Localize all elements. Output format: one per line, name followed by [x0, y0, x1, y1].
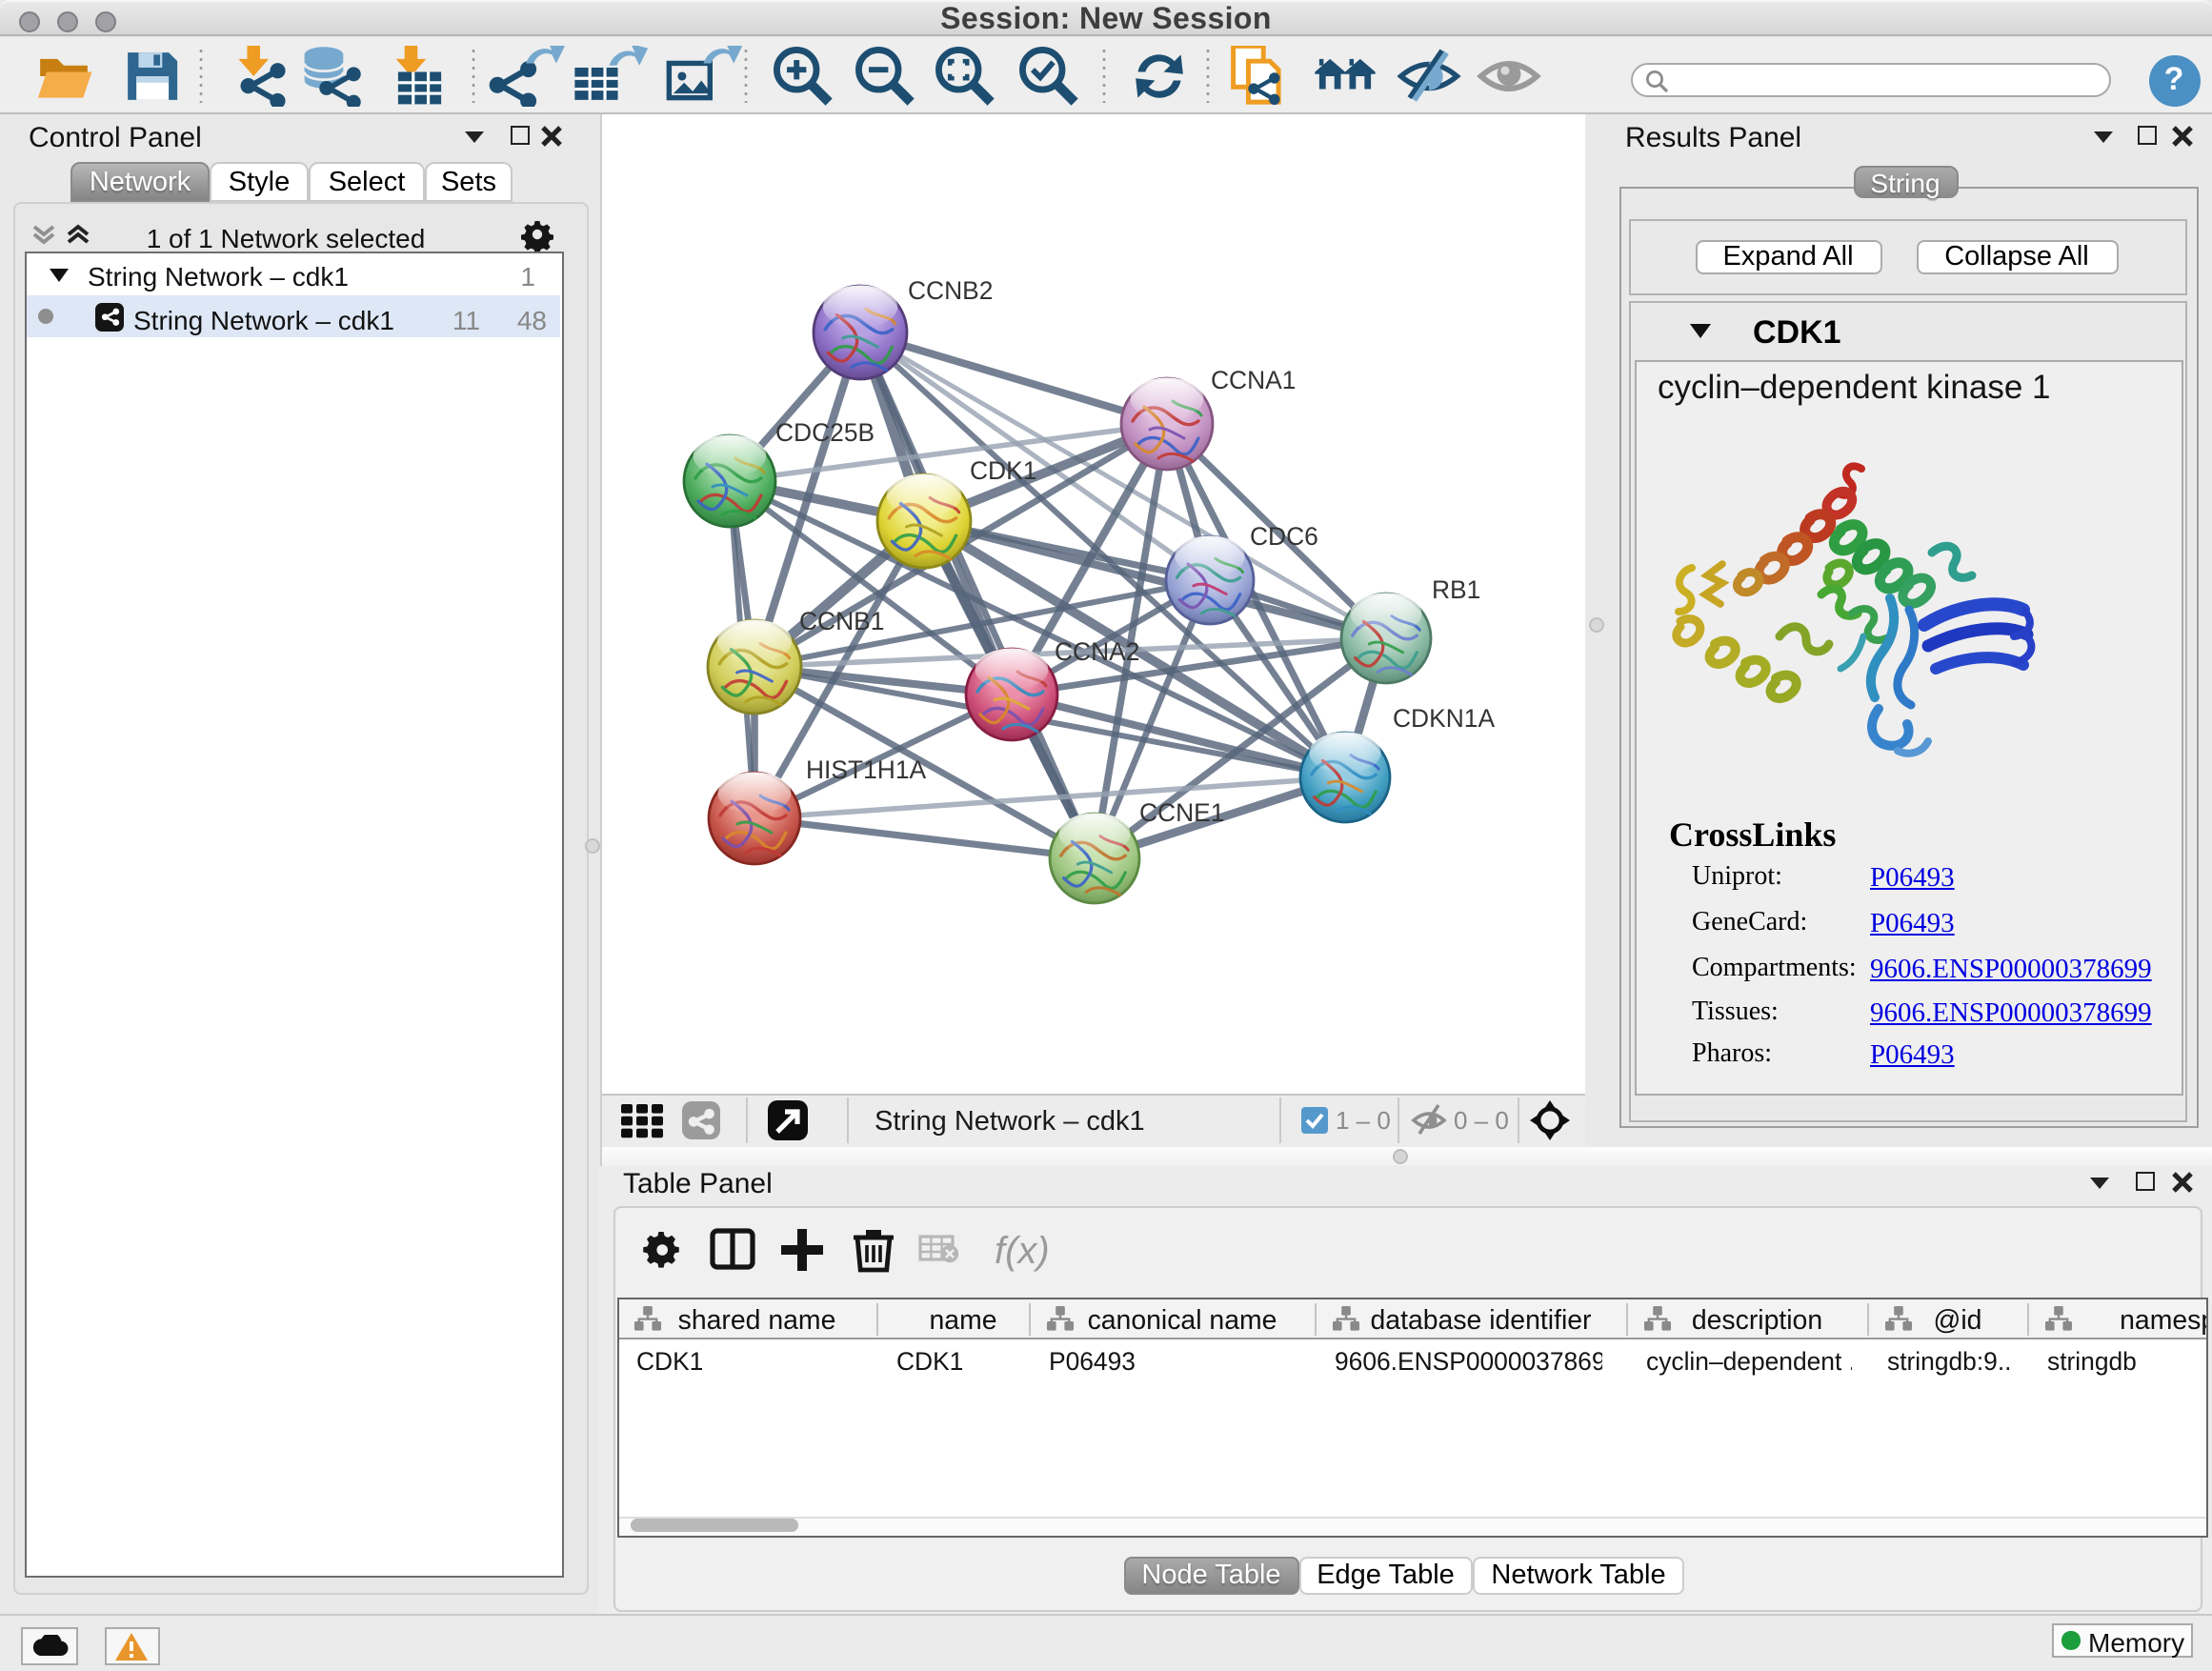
svg-text:CCNB1: CCNB1: [799, 607, 884, 635]
svg-text:CCNE1: CCNE1: [1139, 798, 1224, 827]
svg-text:1 – 0: 1 – 0: [1336, 1105, 1391, 1134]
svg-text:@id: @id: [1934, 1305, 1982, 1336]
svg-text:CDC6: CDC6: [1250, 522, 1318, 551]
svg-text:name: name: [929, 1305, 996, 1336]
svg-text:CDKN1A: CDKN1A: [1393, 704, 1495, 733]
svg-text:CCNA2: CCNA2: [1055, 637, 1139, 666]
svg-text:database identifier: database identifier: [1370, 1305, 1591, 1336]
svg-text:CDK1: CDK1: [970, 456, 1036, 485]
svg-text:canonical name: canonical name: [1088, 1305, 1277, 1336]
svg-text:0 – 0: 0 – 0: [1454, 1105, 1509, 1134]
svg-text:CCNB2: CCNB2: [908, 276, 993, 305]
svg-text:RB1: RB1: [1432, 575, 1480, 604]
svg-text:namespace: namespace: [2120, 1305, 2206, 1336]
svg-text:CDC25B: CDC25B: [775, 418, 875, 447]
svg-text:f(x): f(x): [995, 1230, 1050, 1272]
svg-text:description: description: [1692, 1305, 1822, 1336]
svg-text:String Network – cdk1: String Network – cdk1: [875, 1105, 1145, 1136]
svg-text:shared name: shared name: [678, 1305, 836, 1336]
svg-text:HIST1H1A: HIST1H1A: [806, 755, 927, 784]
svg-text:CCNA1: CCNA1: [1211, 366, 1296, 394]
